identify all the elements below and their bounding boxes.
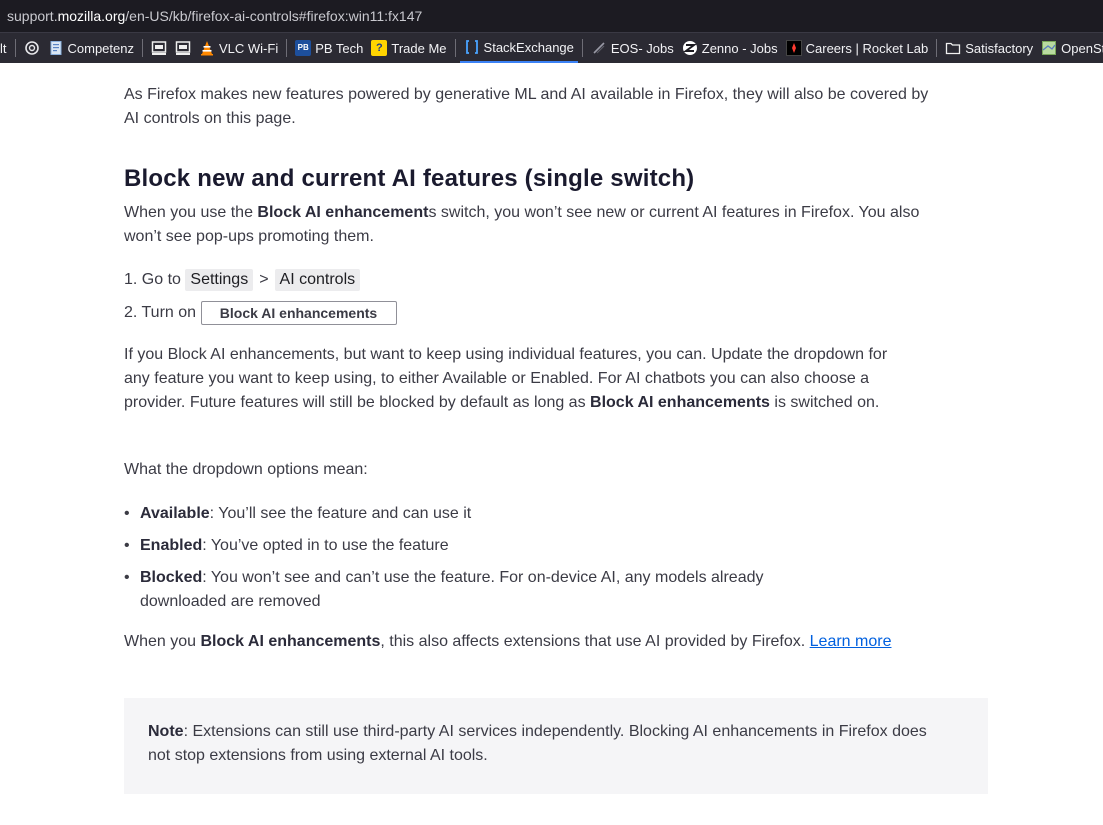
option-list-item: • Enabled: You’ve opted in to use the fe…	[124, 534, 824, 558]
bookmark-separator	[454, 39, 456, 57]
bookmark-label: OpenStreetMa	[1061, 40, 1103, 56]
bookmark-zenno-jobs[interactable]: Zenno - Jobs	[678, 33, 782, 63]
bookmark-stackexchange[interactable]: StackExchange	[459, 33, 578, 63]
intro-paragraph: As Firefox makes new features powered by…	[124, 86, 929, 127]
option-term: Available	[140, 505, 210, 522]
address-bar[interactable]: support.mozilla.org/en-US/kb/firefox-ai-…	[0, 0, 1103, 32]
bookmark-label: lt	[0, 40, 7, 56]
bookmark-label: PB Tech	[315, 40, 364, 56]
bookmark-openstreetmap[interactable]: OpenStreetMa	[1037, 33, 1103, 63]
rocketlab-icon	[785, 40, 802, 56]
step1-prefix: Go to	[141, 271, 181, 288]
p4-bold: Block AI enhancements	[200, 633, 381, 650]
p2-bold: Block AI enhancements	[590, 394, 770, 411]
eos-icon	[591, 40, 607, 56]
bookmark-trade-me[interactable]: ? Trade Me	[367, 33, 450, 63]
bookmark-label: Zenno - Jobs	[701, 40, 778, 56]
option-term: Enabled	[140, 537, 203, 554]
bookmark-vlc-wifi[interactable]: VLC Wi-Fi	[195, 33, 282, 63]
bookmark-label: EOS- Jobs	[610, 40, 674, 56]
openstreetmap-icon	[1041, 40, 1057, 56]
pbtech-icon: PB	[295, 40, 312, 56]
bookmark-terminal-1[interactable]	[147, 33, 171, 63]
stackexchange-icon	[464, 39, 480, 55]
step-number: 1.	[124, 271, 138, 288]
p2-text-b: is switched on.	[769, 394, 880, 411]
bookmark-eos-jobs[interactable]: EOS- Jobs	[587, 33, 678, 63]
trademe-icon: ?	[371, 40, 388, 56]
bookmark-label: Careers | Rocket Lab	[805, 40, 929, 56]
bookmark-label: VLC Wi-Fi	[218, 40, 279, 56]
bookmark-label: Trade Me	[391, 40, 447, 56]
note-label: Note	[148, 723, 184, 740]
url-path: /en-US/kb/firefox-ai-controls#firefox:wi…	[125, 8, 423, 24]
bookmark-label: Satisfactory	[965, 40, 1034, 56]
block-ai-enhancements-label: Block AI enhancements	[200, 301, 397, 325]
bookmark-satisfactory[interactable]: Satisfactory	[941, 33, 1037, 63]
p1-bold: Block AI enhancement	[257, 204, 429, 221]
bookmark-separator	[581, 39, 583, 57]
zenno-icon	[682, 40, 698, 56]
bookmark-truncated[interactable]: lt	[0, 33, 11, 63]
vlc-cone-icon	[199, 40, 215, 56]
step2-prefix: Turn on	[141, 304, 197, 322]
url-domain: mozilla.org	[57, 8, 126, 24]
bookmarks-toolbar: lt Competenz VLC Wi-Fi PB PB Tech ? Trad	[0, 33, 1103, 63]
breadcrumb-separator: >	[259, 271, 269, 288]
step-number: 2.	[124, 304, 138, 322]
learn-more-link[interactable]: Learn more	[810, 633, 892, 650]
step-2: 2. Turn on Block AI enhancements	[124, 301, 397, 325]
bookmark-separator	[936, 39, 938, 57]
bookmark-pb-tech[interactable]: PB PB Tech	[291, 33, 367, 63]
bookmark-label: StackExchange	[483, 39, 574, 55]
bullet: •	[124, 569, 130, 586]
p4-text-a: When you	[124, 633, 201, 650]
document-icon	[48, 40, 64, 56]
bookmark-separator	[14, 39, 16, 57]
option-list-item: • Blocked: You won’t see and can’t use t…	[124, 566, 824, 614]
terminal-icon	[175, 40, 191, 56]
individual-features-paragraph: If you Block AI enhancements, but want t…	[124, 343, 894, 415]
option-description: : You’ll see the feature and can use it	[209, 505, 472, 522]
bookmark-label: Competenz	[67, 40, 134, 56]
bookmark-competenz[interactable]: Competenz	[44, 33, 138, 63]
bookmark-chatgpt[interactable]	[20, 33, 44, 63]
section-heading: Block new and current AI features (singl…	[124, 165, 695, 192]
option-description: : You’ve opted in to use the feature	[202, 537, 449, 554]
description-paragraph: When you use the Block AI enhancements s…	[124, 201, 924, 249]
bookmark-terminal-2[interactable]	[171, 33, 195, 63]
note-text: : Extensions can still use third-party A…	[148, 723, 927, 764]
option-term: Blocked	[140, 569, 203, 586]
bookmark-separator	[141, 39, 143, 57]
note-box: Note: Extensions can still use third-par…	[124, 698, 988, 794]
p1-text-a: When you use the	[124, 204, 258, 221]
extensions-paragraph: When you Block AI enhancements, this als…	[124, 630, 914, 654]
option-description: : You won’t see and can’t use the featur…	[140, 569, 764, 610]
option-list-item: • Available: You’ll see the feature and …	[124, 502, 824, 526]
step-1: 1. Go to Settings > AI controls	[124, 269, 361, 291]
p4-text-b: , this also affects extensions that use …	[380, 633, 810, 650]
url-prefix: support.	[7, 8, 58, 24]
settings-label: Settings	[185, 269, 254, 291]
folder-icon	[945, 40, 961, 56]
bullet: •	[124, 505, 130, 522]
ai-controls-label: AI controls	[274, 269, 361, 291]
chatgpt-icon	[24, 40, 40, 56]
bookmark-separator	[286, 39, 288, 57]
dropdown-options-intro: What the dropdown options mean:	[124, 461, 368, 478]
bookmark-rocket-lab[interactable]: Careers | Rocket Lab	[782, 33, 933, 63]
bullet: •	[124, 537, 130, 554]
terminal-icon	[151, 40, 167, 56]
